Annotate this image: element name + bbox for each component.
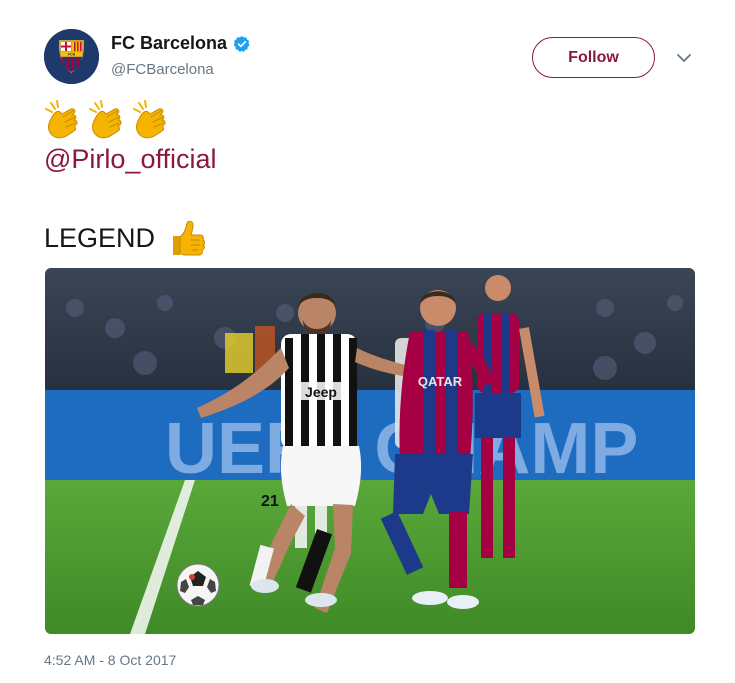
- tweet-photo[interactable]: UEFA CHAMP: [45, 268, 695, 634]
- display-name[interactable]: FC Barcelona: [111, 33, 227, 54]
- legend-text: LEGEND: [44, 222, 156, 253]
- shirt-sponsor-left: Jeep: [305, 384, 337, 400]
- shirt-sponsor-right: QATAR: [418, 374, 463, 389]
- fc-barcelona-crest-icon: FCB: [44, 29, 99, 84]
- clapping-hands-icon: [45, 100, 78, 139]
- mention-link[interactable]: @Pirlo_official: [44, 144, 216, 175]
- tweet-timestamp[interactable]: 4:52 AM - 8 Oct 2017: [44, 652, 176, 668]
- clapping-hands-icon: [89, 100, 122, 139]
- clapping-hands-icon: [133, 100, 166, 139]
- tweet-menu-button[interactable]: [672, 49, 696, 67]
- football-match-photo: UEFA CHAMP: [45, 268, 695, 634]
- shirt-number: 21: [261, 493, 279, 510]
- soccer-ball: [176, 563, 220, 607]
- tweet-card: FCB FC Barcelona @FCBarcelona Follow @Pi…: [0, 0, 735, 683]
- chevron-down-icon: [677, 54, 691, 62]
- author-handle[interactable]: @FCBarcelona: [111, 61, 214, 78]
- thumbs-up-icon: [173, 220, 206, 256]
- verified-badge-icon: [233, 35, 250, 52]
- legend-line: LEGEND: [44, 218, 206, 258]
- follow-button[interactable]: Follow: [532, 37, 655, 78]
- avatar[interactable]: FCB: [44, 29, 99, 84]
- emoji-row: [44, 100, 172, 142]
- author-name-row: FC Barcelona: [111, 33, 251, 54]
- crest-text: FCB: [68, 52, 76, 56]
